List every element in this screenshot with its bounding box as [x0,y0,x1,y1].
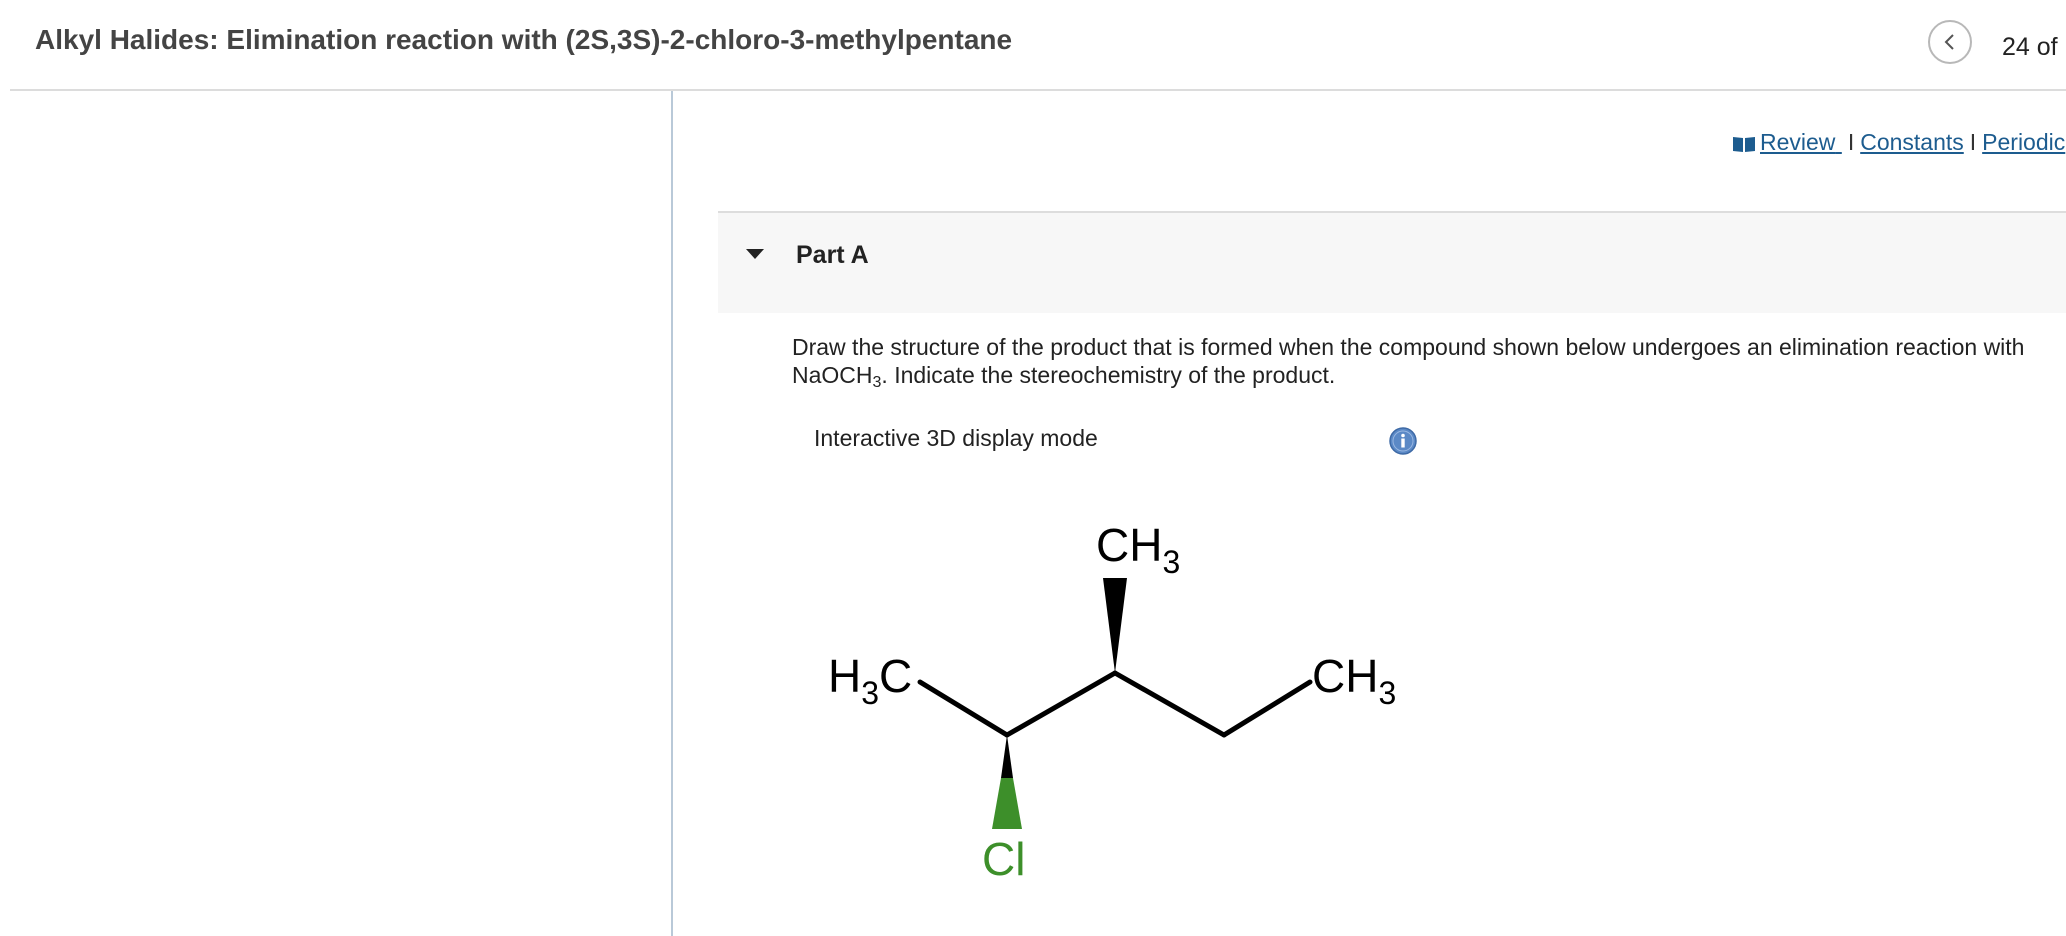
wedge-bond-chloro-lower [992,778,1022,829]
right-methyl-label: CH3 [1312,650,1396,711]
page: Alkyl Halides: Elimination reaction with… [0,0,2066,936]
left-methyl-label: H3C [828,650,912,711]
pane-separator[interactable] [671,91,673,936]
book-icon [1733,137,1755,152]
top-methyl-label: CH3 [1096,519,1180,580]
review-link-label: Review [1760,129,1836,155]
page-title: Alkyl Halides: Elimination reaction with… [35,24,1013,55]
link-separator: I [1969,129,1977,155]
periodic-table-link[interactable]: Periodic [1982,129,2065,155]
caret-down-icon [746,249,764,259]
molecule-structure: CH3 H3C CH3 Cl [828,519,1396,885]
header: Alkyl Halides: Elimination reaction with… [0,0,2066,91]
wedge-bond-methyl [1103,578,1127,673]
review-link[interactable]: Review [1732,129,1842,155]
question-text: Draw the structure of the product that i… [792,333,2066,391]
left-pane [0,91,672,936]
previous-button[interactable] [1928,20,1972,64]
link-separator: I [1847,129,1855,155]
chevron-left-icon [1944,34,1954,50]
display-mode-label: Interactive 3D display mode [814,425,1098,451]
question-text-end: . Indicate the stereochemistry of the pr… [881,362,1336,388]
bond-skeleton [917,670,1313,738]
info-icon[interactable] [1389,427,1417,455]
chlorine-label: Cl [982,833,1025,885]
part-title: Part A [796,241,869,269]
resource-links: Review I Constants I Periodic [1732,129,2065,156]
page-counter: 24 of [2002,33,2058,61]
part-a-toggle[interactable]: Part A [718,213,2066,313]
constants-link[interactable]: Constants [1860,129,1964,155]
wedge-bond-chloro-upper [1001,735,1013,778]
